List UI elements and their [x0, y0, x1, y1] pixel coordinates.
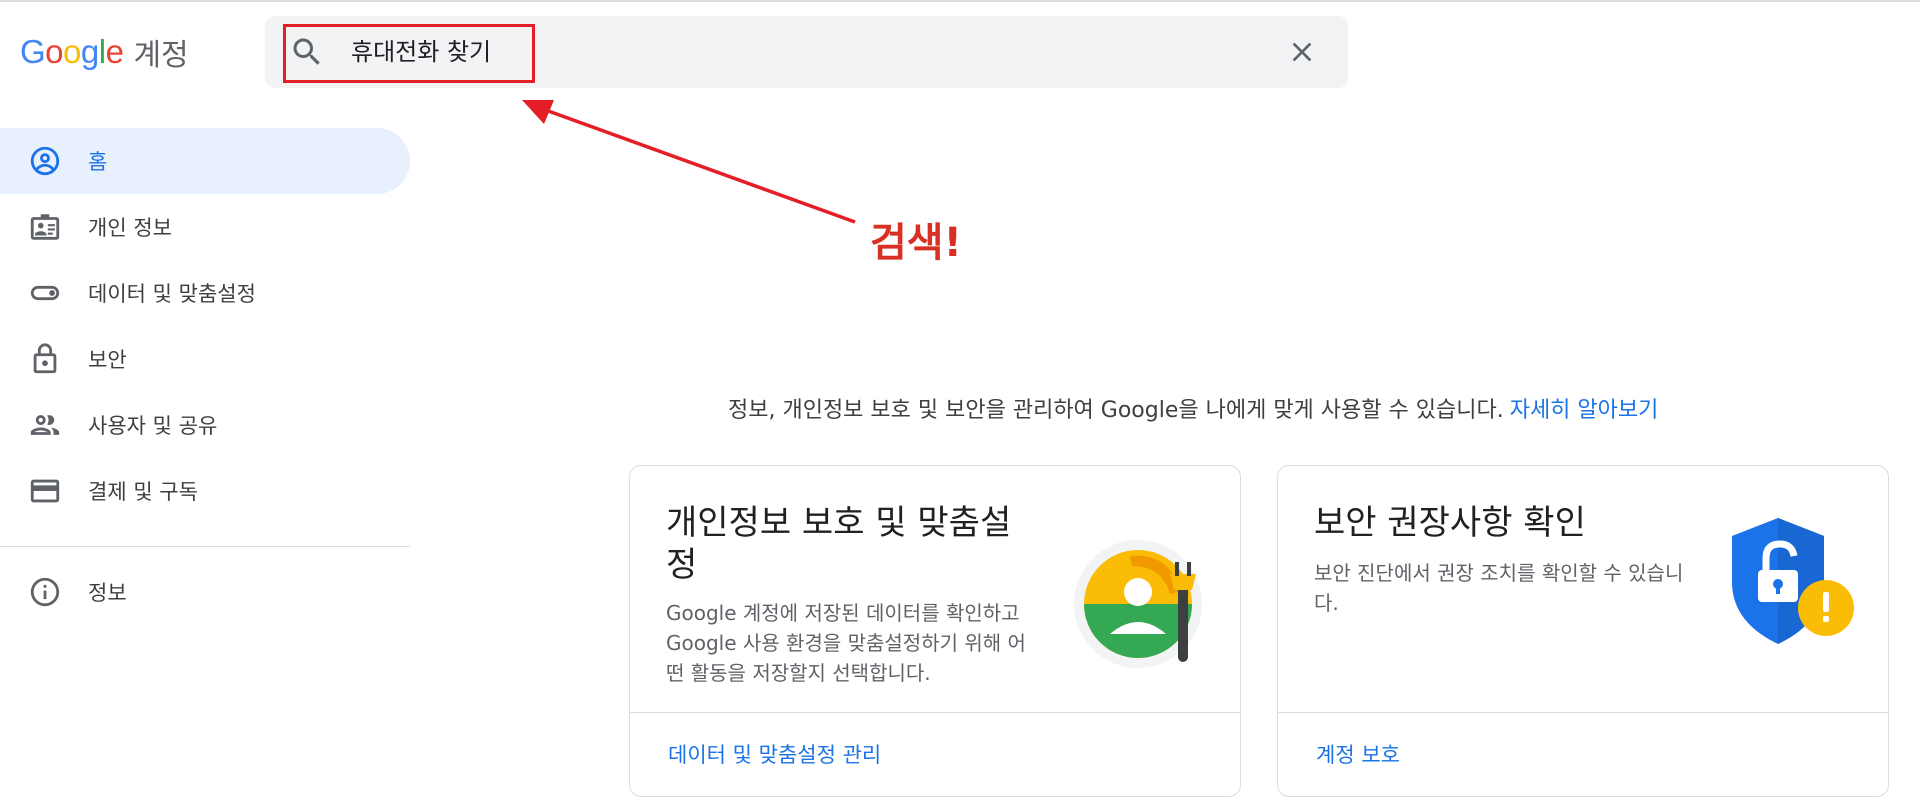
card-description: Google 계정에 저장된 데이터를 확인하고 Google 사용 환경을 맞… — [666, 601, 1026, 685]
people-icon — [28, 408, 62, 442]
google-wordmark: Google — [20, 33, 124, 70]
toggle-icon — [28, 276, 62, 310]
annotation-label: 검색! — [870, 220, 962, 266]
sidebar-item-label: 보안 — [88, 348, 127, 372]
sidebar-divider — [0, 546, 410, 547]
card-title: 보안 권장사항 확인 — [1314, 503, 1586, 543]
card-footer: 계정 보호 — [1278, 712, 1888, 796]
account-circle-icon — [28, 144, 62, 178]
sidebar-item-about[interactable]: 정보 — [0, 559, 410, 625]
sidebar-nav: 홈 개인 정보 데이터 및 맞춤설정 보안 사용자 및 공유 결제 및 구독 정… — [0, 128, 410, 625]
privacy-card: 개인정보 보호 및 맞춤설정 Google 계정에 저장된 데이터를 확인하고 … — [629, 465, 1241, 797]
sidebar-item-data-privacy[interactable]: 데이터 및 맞춤설정 — [0, 260, 410, 326]
top-divider — [0, 0, 1920, 2]
sidebar-item-label: 결제 및 구독 — [88, 480, 198, 504]
security-card: 보안 권장사항 확인 보안 진단에서 권장 조치를 확인할 수 있습니다. 계정… — [1277, 465, 1889, 797]
sidebar-item-label: 정보 — [88, 581, 127, 605]
sidebar-item-label: 개인 정보 — [88, 216, 172, 240]
sidebar-item-label: 사용자 및 공유 — [88, 414, 218, 438]
shield-warning-icon — [1732, 518, 1854, 644]
sidebar-item-personal-info[interactable]: 개인 정보 — [0, 194, 410, 260]
lock-icon — [28, 342, 62, 376]
sidebar-item-people-sharing[interactable]: 사용자 및 공유 — [0, 392, 410, 458]
search-highlight-box — [283, 24, 535, 83]
close-icon[interactable] — [1286, 36, 1318, 68]
sidebar-item-payments[interactable]: 결제 및 구독 — [0, 458, 410, 524]
product-name: 계정 — [133, 38, 189, 73]
manage-data-link[interactable]: 데이터 및 맞춤설정 관리 — [668, 739, 881, 769]
credit-card-icon — [28, 474, 62, 508]
card-description: 보안 진단에서 권장 조치를 확인할 수 있습니다. — [1314, 561, 1684, 615]
intro-description: 정보, 개인정보 보호 및 보안을 관리하여 Google을 나에게 맞게 사용… — [728, 398, 1504, 423]
privacy-illustration-icon — [1074, 540, 1202, 668]
google-account-logo[interactable]: Google 계정 — [20, 30, 189, 74]
annotation-arrow — [522, 100, 856, 224]
sidebar-item-security[interactable]: 보안 — [0, 326, 410, 392]
intro-text: 정보, 개인정보 보호 및 보안을 관리하여 Google을 나에게 맞게 사용… — [728, 392, 1658, 424]
sidebar-item-label: 홈 — [88, 150, 108, 174]
id-card-icon — [28, 210, 62, 244]
protect-account-link[interactable]: 계정 보호 — [1316, 739, 1400, 769]
info-icon — [28, 575, 62, 609]
learn-more-link[interactable]: 자세히 알아보기 — [1510, 398, 1659, 423]
card-title: 개인정보 보호 및 맞춤설정 — [666, 503, 1012, 585]
sidebar-item-label: 데이터 및 맞춤설정 — [88, 282, 256, 306]
card-footer: 데이터 및 맞춤설정 관리 — [630, 712, 1240, 796]
sidebar-item-home[interactable]: 홈 — [0, 128, 410, 194]
